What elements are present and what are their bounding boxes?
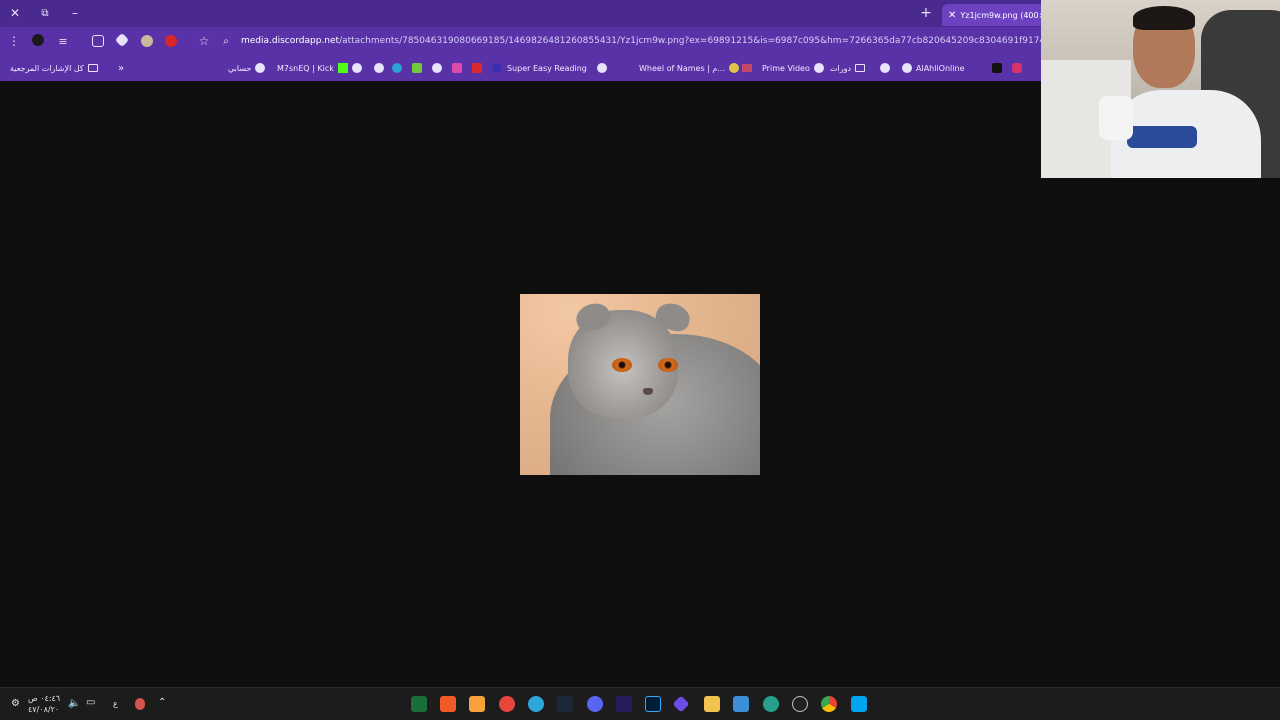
brave-icon[interactable] xyxy=(440,696,456,712)
edge-icon[interactable] xyxy=(392,63,402,73)
bookmark-label: حسابي xyxy=(228,63,252,73)
bookmark-wheel-of-names[interactable]: Wheel of Names | م... xyxy=(639,61,743,75)
cat-image[interactable] xyxy=(520,294,760,475)
close-window-icon[interactable]: ✕ xyxy=(8,6,22,20)
youtube-icon xyxy=(742,64,752,72)
globe-icon xyxy=(255,63,266,73)
app-red-icon[interactable] xyxy=(499,696,515,712)
bookmark-alahli-online[interactable]: AlAhliOnline xyxy=(902,61,965,75)
photo-icon[interactable] xyxy=(452,63,462,73)
extension-record-icon[interactable] xyxy=(165,35,177,47)
site-info-icon[interactable]: ⌕ xyxy=(219,34,233,48)
edge-icon[interactable] xyxy=(763,696,779,712)
bookmark-label: AlAhliOnline xyxy=(916,63,965,73)
photoshop-icon[interactable] xyxy=(645,696,661,712)
taskbar xyxy=(0,687,1280,720)
minimize-window-icon[interactable]: – xyxy=(68,6,82,20)
bookmark-kick[interactable]: M7snEQ | Kick xyxy=(277,61,348,75)
bookmark-label: M7snEQ | Kick xyxy=(277,63,334,73)
tab-title: Yz1jcm9w.png (400×30 xyxy=(960,10,1042,20)
telegram-icon[interactable] xyxy=(528,696,544,712)
folder-icon xyxy=(87,64,98,72)
bookmark-overflow-button[interactable]: » xyxy=(118,61,124,75)
instagram-icon[interactable] xyxy=(1012,63,1022,73)
bookmark-my-account[interactable]: حسابي xyxy=(228,61,266,75)
globe-icon[interactable] xyxy=(374,63,384,73)
network-icon[interactable]: ▭ xyxy=(86,697,95,708)
bookmark-all-bookmarks[interactable]: كل الإشارات المرجعية xyxy=(10,61,98,75)
globe-icon[interactable] xyxy=(352,63,362,73)
bookmark-label: Super Easy Reading xyxy=(507,63,587,73)
excel-icon[interactable] xyxy=(411,696,427,712)
extension-face-icon[interactable] xyxy=(141,35,153,47)
settings-gear-icon[interactable]: ⚙ xyxy=(11,698,20,709)
webcam-microphone xyxy=(1099,96,1133,140)
url-path: /attachments/785046319080669185/14698264… xyxy=(339,36,1041,46)
globe-icon xyxy=(596,63,607,73)
globe-icon xyxy=(880,63,890,73)
autocad-icon[interactable] xyxy=(469,696,485,712)
download-icon[interactable] xyxy=(412,63,422,73)
bookmark-icons-group xyxy=(352,61,506,75)
bookmark-social-icons xyxy=(992,61,1026,75)
language-indicator[interactable]: ع xyxy=(113,699,118,708)
app-circle-icon[interactable] xyxy=(792,696,808,712)
globe-icon[interactable] xyxy=(432,63,442,73)
bookmark-star-icon[interactable]: ☆ xyxy=(197,34,211,48)
restore-window-icon[interactable]: ⧉ xyxy=(38,6,52,20)
folder-icon xyxy=(855,64,866,72)
globe-icon xyxy=(813,63,824,73)
store-icon[interactable] xyxy=(733,696,749,712)
discord-icon[interactable] xyxy=(587,696,603,712)
extension-icon[interactable] xyxy=(32,34,44,46)
chevron-up-icon[interactable]: ⌃ xyxy=(158,697,166,708)
bookmark-prime-video[interactable]: Prime Video xyxy=(742,61,828,75)
close-tab-icon[interactable]: ✕ xyxy=(948,10,956,21)
steam-icon[interactable] xyxy=(557,696,573,712)
media-controls-icon[interactable]: ≡ xyxy=(56,34,70,48)
taskbar-date[interactable]: ٤٧/٠٨/٢٠ xyxy=(28,705,59,714)
windows-start-icon[interactable] xyxy=(851,696,867,712)
app-icon[interactable] xyxy=(492,63,502,73)
bookmark-label: Prime Video xyxy=(762,63,810,73)
globe-icon xyxy=(902,63,912,73)
bookmark-label: دورات xyxy=(830,63,852,73)
tab-active[interactable]: ✕ Yz1jcm9w.png (400×30 xyxy=(942,4,1042,26)
kick-icon xyxy=(337,63,348,73)
bookmark-courses-folder[interactable]: دورات xyxy=(830,61,866,75)
adobe-icon[interactable] xyxy=(472,63,482,73)
bookmark-super-easy-reading[interactable]: Super Easy Reading xyxy=(507,61,611,75)
volume-icon[interactable]: 🔈 xyxy=(68,698,80,709)
bookmark-label: » xyxy=(118,62,125,74)
bookmark-label: كل الإشارات المرجعية xyxy=(10,63,84,73)
tiktok-icon[interactable] xyxy=(992,63,1002,73)
extensions-puzzle-icon[interactable] xyxy=(92,35,104,47)
file-explorer-icon[interactable] xyxy=(704,696,720,712)
wheel-icon xyxy=(729,63,739,73)
premiere-icon[interactable] xyxy=(616,696,632,712)
bookmark-label: Wheel of Names | م... xyxy=(639,63,725,73)
menu-dots-icon[interactable]: ⋮ xyxy=(8,34,20,48)
new-tab-button[interactable]: + xyxy=(919,5,933,21)
cat-eye xyxy=(612,358,632,372)
webcam-overlay xyxy=(1041,0,1280,178)
taskbar-time[interactable]: ٠٤:٤٦ ص xyxy=(28,694,60,703)
webcam-person-hair xyxy=(1133,6,1195,30)
microphone-icon[interactable] xyxy=(135,698,145,710)
address-bar[interactable]: media.discordapp.net/attachments/7850463… xyxy=(241,36,1041,46)
chrome-icon[interactable] xyxy=(821,696,837,712)
url-host: media.discordapp.net xyxy=(241,36,340,46)
bookmark-icon-globe[interactable] xyxy=(880,61,894,75)
extension-diamond-icon[interactable] xyxy=(114,32,130,48)
cat-nose xyxy=(643,388,653,395)
cat-eye xyxy=(658,358,678,372)
webcam-shirt-print xyxy=(1127,126,1197,148)
